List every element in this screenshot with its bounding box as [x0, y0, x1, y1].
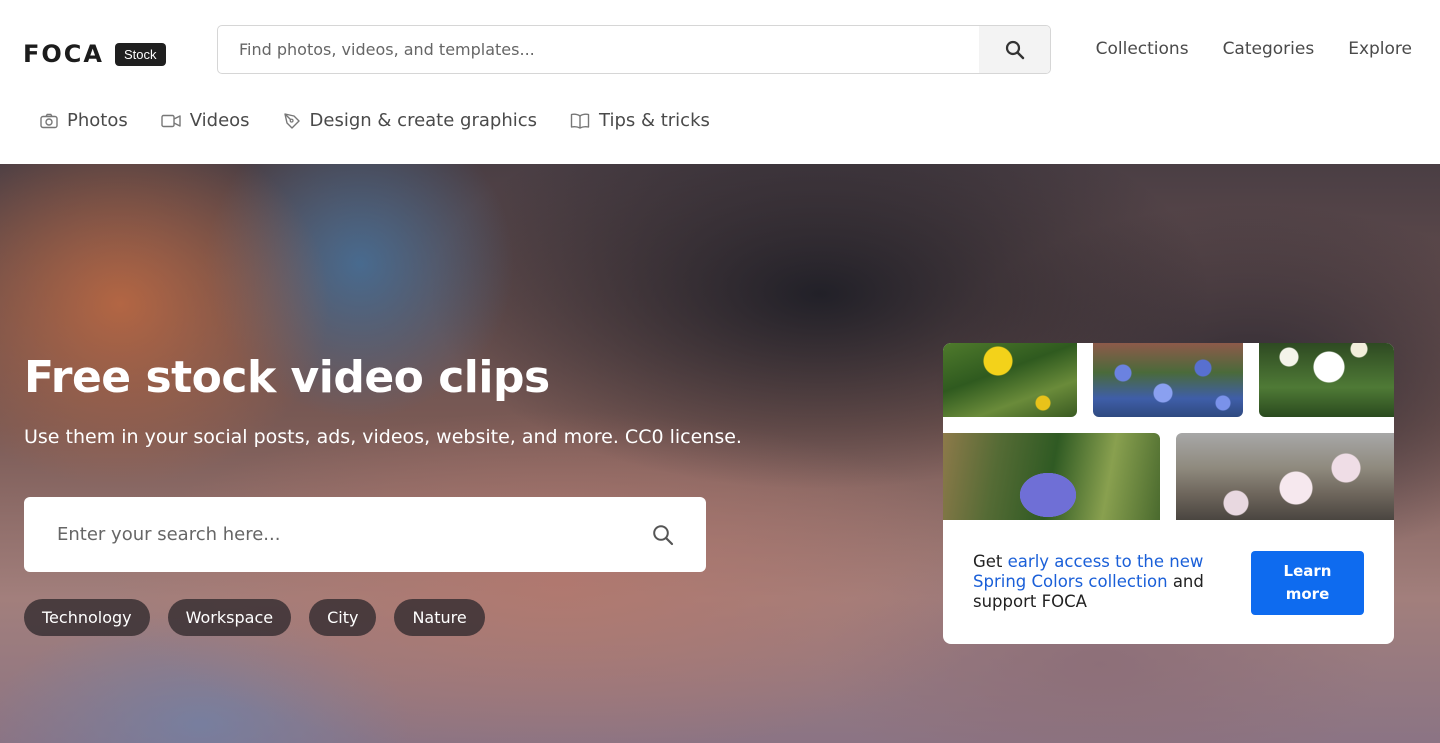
subnav-photos[interactable]: Photos [40, 110, 128, 131]
tag-nature[interactable]: Nature [394, 599, 485, 636]
promo-image-blue-flowers [1093, 343, 1243, 417]
top-search-bar [217, 25, 1051, 74]
hero-search-button[interactable] [620, 497, 706, 572]
promo-text: Get early access to the new Spring Color… [973, 552, 1223, 612]
hero-search-bar [24, 497, 706, 572]
tag-workspace[interactable]: Workspace [167, 599, 292, 636]
camera-icon [40, 113, 58, 128]
hero-title: Free stock video clips [24, 352, 550, 403]
logo-badge: Stock [114, 42, 166, 66]
book-icon [570, 113, 590, 129]
top-search-button[interactable] [979, 26, 1050, 73]
promo-image-cherry-blossoms [1176, 433, 1394, 520]
logo-text: FOCA [23, 40, 104, 68]
tag-list: Technology Workspace City Nature [24, 599, 485, 636]
search-icon [1005, 40, 1024, 59]
promo-image-hyacinth [943, 433, 1160, 520]
subnav-label: Photos [67, 110, 128, 131]
search-icon [653, 524, 674, 545]
hero-section: Free stock video clips Use them in your … [0, 164, 1440, 743]
tag-technology[interactable]: Technology [24, 599, 150, 636]
hero-search-input[interactable] [24, 524, 620, 545]
promo-image-daffodils [943, 343, 1077, 417]
promo-image-white-daffodils [1259, 343, 1394, 417]
tag-city[interactable]: City [309, 599, 377, 636]
subnav-design[interactable]: Design & create graphics [283, 110, 537, 131]
nav-explore[interactable]: Explore [1348, 39, 1412, 59]
sub-nav: Photos Videos Design & create graphics T… [40, 110, 710, 131]
nav-categories[interactable]: Categories [1223, 39, 1315, 59]
promo-card: Get early access to the new Spring Color… [943, 343, 1394, 644]
video-icon [161, 114, 181, 127]
top-nav: Collections Categories Explore [1096, 39, 1412, 59]
pen-icon [283, 112, 300, 129]
top-search-input[interactable] [218, 26, 979, 73]
subnav-label: Design & create graphics [309, 110, 537, 131]
promo-text-pre: Get [973, 552, 1008, 571]
logo[interactable]: FOCA Stock [23, 40, 166, 68]
subnav-label: Tips & tricks [599, 110, 710, 131]
subnav-tips[interactable]: Tips & tricks [570, 110, 710, 131]
hero-subtitle: Use them in your social posts, ads, vide… [24, 426, 742, 448]
subnav-label: Videos [189, 110, 250, 131]
learn-more-button[interactable]: Learn more [1251, 551, 1364, 615]
nav-collections[interactable]: Collections [1096, 39, 1189, 59]
header: FOCA Stock Collections Categories Explor… [0, 0, 1440, 164]
subnav-videos[interactable]: Videos [161, 110, 250, 131]
